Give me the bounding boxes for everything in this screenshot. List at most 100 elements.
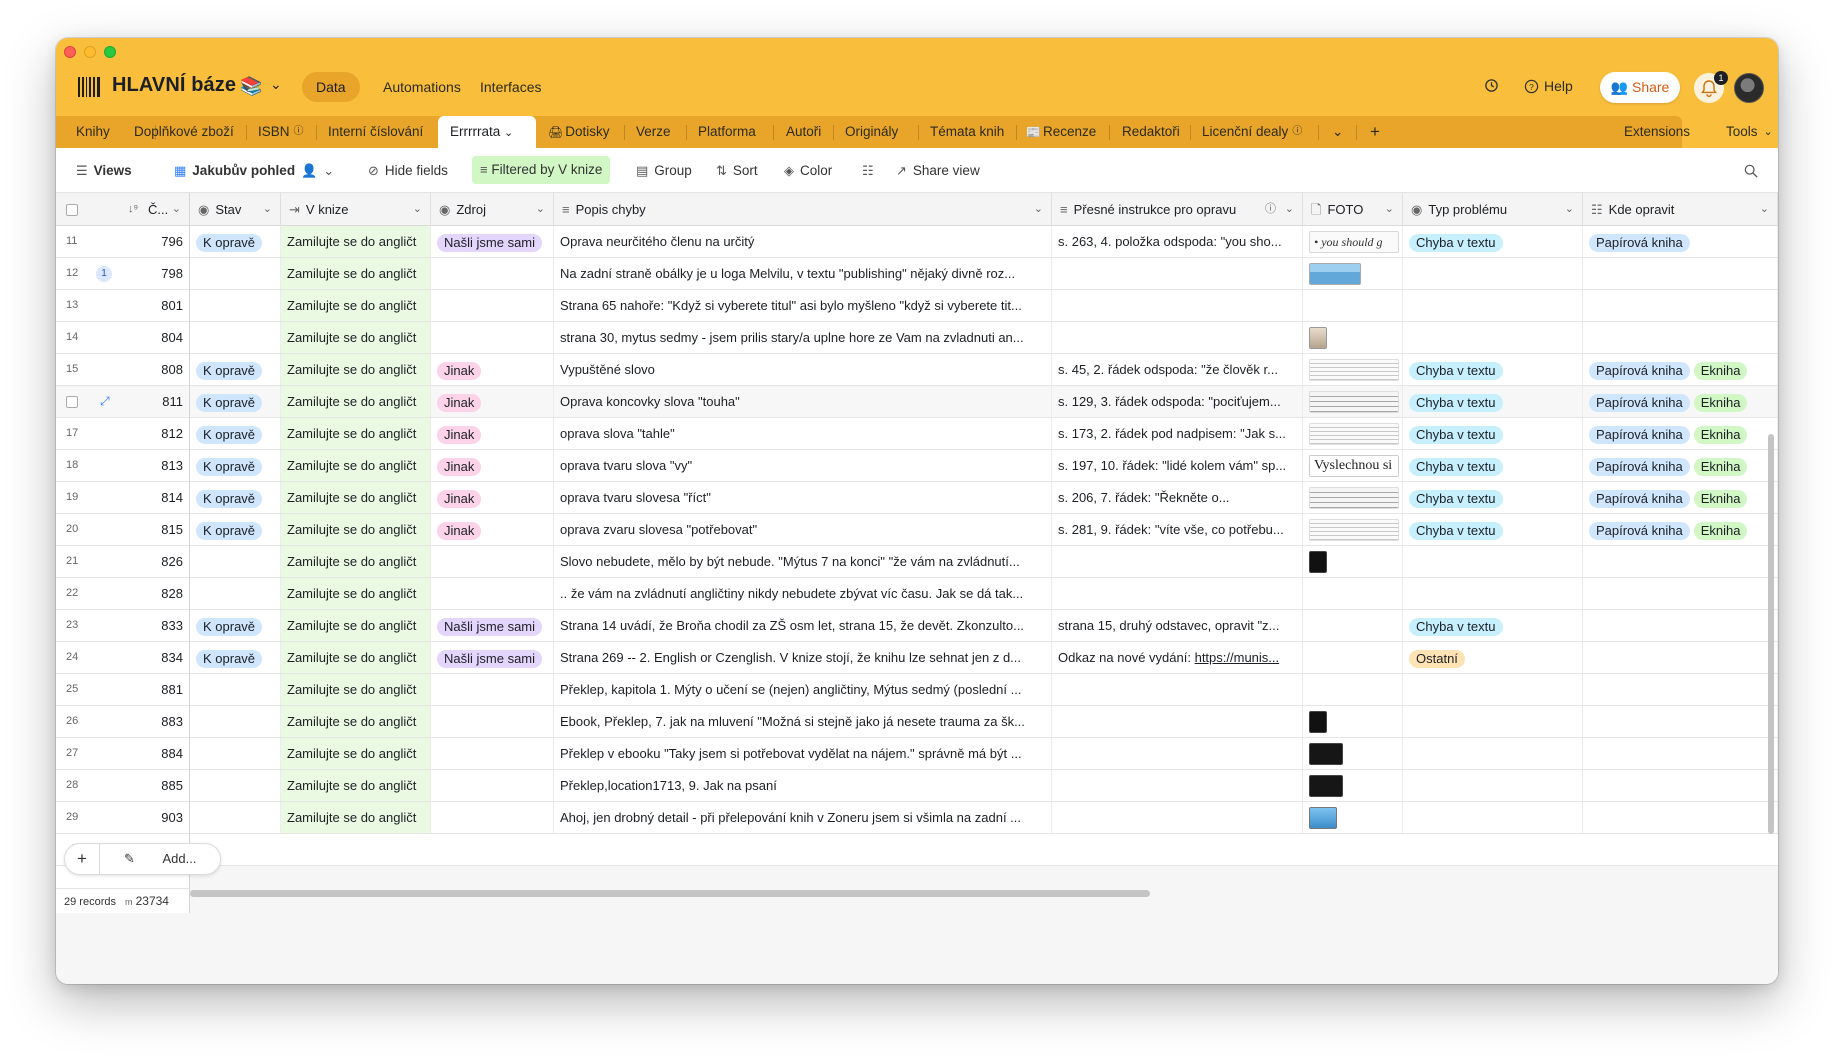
table-row[interactable]: Zamilujte se do angličt Překlep, kapitola… [190,674,1778,706]
cell-typ[interactable] [1403,706,1583,737]
cell-foto[interactable] [1303,578,1403,609]
cell-foto[interactable] [1303,642,1403,673]
table-row[interactable]: Zamilujte se do angličt Strana 65 nahoře:… [190,290,1778,322]
cell-popis[interactable]: Překlep v ebooku "Taky jsem si potřebova… [554,738,1052,769]
cell-instrukce[interactable]: s. 281, 9. řádek: "víte vše, co potřebu.… [1052,514,1303,545]
cell-stav[interactable]: K opravě [190,354,281,385]
cell-popis[interactable]: Překlep,location1713, 9. Jak na psaní [554,770,1052,801]
table-row-left[interactable]: 24 834 [56,642,189,674]
cell-typ[interactable] [1403,674,1583,705]
cell-kde[interactable] [1583,578,1778,609]
tab-recenze[interactable]: 📰 Recenze [1026,116,1096,148]
cell-kde[interactable] [1583,802,1778,833]
table-row-left[interactable]: 21 826 [56,546,189,578]
base-title[interactable]: HLAVNÍ báze [112,74,236,97]
cell-typ[interactable] [1403,802,1583,833]
cell-instrukce[interactable]: s. 129, 3. řádek odspoda: "pociťujem... [1052,386,1303,417]
cell-typ[interactable]: Chyba v textu [1403,226,1583,257]
cell-kde[interactable] [1583,610,1778,641]
table-row[interactable]: Zamilujte se do angličt .. že vám na zvlá… [190,578,1778,610]
cell-zdroj[interactable] [431,706,554,737]
tab-verze[interactable]: Verze [636,116,671,148]
cell-zdroj[interactable] [431,674,554,705]
cell-typ[interactable]: Chyba v textu [1403,482,1583,513]
cell-typ[interactable]: Chyba v textu [1403,450,1583,481]
cell-vknize[interactable]: Zamilujte se do angličt [281,226,431,257]
chevron-down-icon[interactable]: ⌄ [172,193,181,226]
cell-vknize[interactable]: Zamilujte se do angličt [281,546,431,577]
tab-platforma[interactable]: Platforma [698,116,756,148]
cell-vknize[interactable]: Zamilujte se do angličt [281,770,431,801]
cell-popis[interactable]: Oprava neurčitého členu na určitý [554,226,1052,257]
tab-autori[interactable]: Autoři [786,116,821,148]
column-stav[interactable]: ◉ Stav ⌄ [190,193,281,226]
cell-instrukce[interactable] [1052,546,1303,577]
cell-vknize[interactable]: Zamilujte se do angličt [281,578,431,609]
cell-foto[interactable]: • you should g [1303,226,1403,257]
cell-typ[interactable] [1403,578,1583,609]
cell-zdroj[interactable] [431,290,554,321]
chevron-down-icon[interactable]: ⌄ [504,127,513,139]
views-button[interactable]: ☰ Views [76,161,132,181]
close-window-button[interactable] [64,46,76,58]
nav-automations[interactable]: Automations [369,72,475,102]
help-button[interactable]: ? Help [1524,78,1573,94]
table-row[interactable]: K opravě Zamilujte se do angličt Jinak Opra… [190,386,1778,418]
cell-instrukce[interactable]: s. 45, 2. řádek odspoda: "že člověk r... [1052,354,1303,385]
cell-foto[interactable] [1303,674,1403,705]
cell-foto[interactable]: Vyslechnou si [1303,450,1403,481]
photo-thumbnail[interactable] [1309,359,1399,381]
cell-foto[interactable] [1303,802,1403,833]
cell-zdroj[interactable] [431,770,554,801]
history-icon[interactable] [1484,78,1499,93]
cell-vknize[interactable]: Zamilujte se do angličt [281,354,431,385]
photo-thumbnail[interactable]: • you should g [1309,231,1399,253]
add-ai-button[interactable]: ✎ Add... [100,844,221,874]
cell-stav[interactable]: K opravě [190,450,281,481]
table-row-left[interactable]: 17 812 [56,418,189,450]
photo-thumbnail[interactable] [1309,487,1399,509]
column-popis[interactable]: ≡ Popis chyby ⌄ [554,193,1052,226]
cell-stav[interactable]: K opravě [190,226,281,257]
photo-thumbnail[interactable] [1309,519,1399,541]
cell-popis[interactable]: Na zadní straně obálky je u loga Melvilu… [554,258,1052,289]
cell-popis[interactable]: .. že vám na zvládnutí angličtiny nikdy … [554,578,1052,609]
cell-vknize[interactable]: Zamilujte se do angličt [281,258,431,289]
cell-kde[interactable] [1583,258,1778,289]
cell-popis[interactable]: oprava zvaru slovesa "potřebovat" [554,514,1052,545]
hide-fields-button[interactable]: ⊘ Hide fields [368,161,448,181]
cell-vknize[interactable]: Zamilujte se do angličt [281,674,431,705]
cell-popis[interactable]: Slovo nebudete, mělo by být nebude. "Mýt… [554,546,1052,577]
cell-stav[interactable] [190,578,281,609]
cell-stav[interactable]: K opravě [190,514,281,545]
cell-vknize[interactable]: Zamilujte se do angličt [281,738,431,769]
table-row-left[interactable]: 20 815 [56,514,189,546]
user-avatar[interactable] [1734,73,1764,103]
cell-typ[interactable] [1403,770,1583,801]
cell-stav[interactable]: K opravě [190,418,281,449]
cell-vknize[interactable]: Zamilujte se do angličt [281,322,431,353]
cell-zdroj[interactable]: Jinak [431,482,554,513]
add-record-plus-icon[interactable]: + [65,844,99,874]
cell-stav[interactable]: K opravě [190,482,281,513]
table-row-left[interactable]: 22 828 [56,578,189,610]
cell-kde[interactable]: Papírová kniha Ekniha [1583,418,1778,449]
row-height-icon[interactable]: ☷ [862,161,874,181]
cell-kde[interactable] [1583,706,1778,737]
cell-typ[interactable]: Chyba v textu [1403,418,1583,449]
cell-popis[interactable]: Strana 65 nahoře: "Když si vyberete titu… [554,290,1052,321]
cell-vknize[interactable]: Zamilujte se do angličt [281,290,431,321]
cell-zdroj[interactable]: Našli jsme sami [431,610,554,641]
cell-kde[interactable]: Papírová kniha Ekniha [1583,354,1778,385]
table-row-left[interactable]: 28 885 [56,770,189,802]
cell-foto[interactable] [1303,290,1403,321]
more-tabs-chevron-icon[interactable]: ⌄ [1332,116,1343,148]
tab-knihy[interactable]: Knihy [76,116,110,148]
cell-typ[interactable]: Chyba v textu [1403,354,1583,385]
table-row[interactable]: K opravě Zamilujte se do angličt Jinak opra… [190,418,1778,450]
cell-popis[interactable]: strana 30, mytus sedmy - jsem prilis sta… [554,322,1052,353]
horizontal-scrollbar[interactable] [190,890,1150,897]
table-row[interactable]: Zamilujte se do angličt Slovo nebudete, m… [190,546,1778,578]
tab-dotisky[interactable]: 🖨 Dotisky [548,116,610,148]
cell-foto[interactable] [1303,354,1403,385]
